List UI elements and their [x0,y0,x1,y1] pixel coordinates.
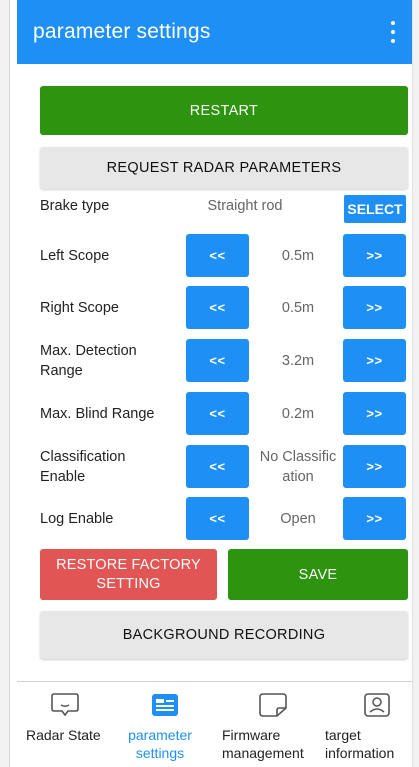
restore-factory-setting-button[interactable]: RESTORE FACTORY SETTING [40,549,217,600]
brake-select-button[interactable]: SELECT [344,195,406,223]
param-label: Log Enable [40,511,114,527]
save-button[interactable]: SAVE [228,549,408,600]
nav-item-radar-state[interactable]: Radar State [17,682,117,767]
increase-log-enable-button[interactable]: >> [343,497,406,540]
decrease-left-scope-button[interactable]: << [186,234,249,277]
brake-type-label: Brake type [40,198,110,214]
nav-label: Radar State [26,727,101,743]
decrease-log-enable-button[interactable]: << [186,497,249,540]
param-row-right-scope: Right Scope << 0.5m >> [40,286,412,329]
increase-right-scope-button[interactable]: >> [343,286,406,329]
brake-type-value: Straight rod [207,198,283,214]
increase-max-blind-button[interactable]: >> [343,392,406,435]
nav-label: parameter settings [128,727,192,761]
person-card-icon [364,693,390,717]
param-value: 0.5m [281,300,315,316]
increase-max-detection-button[interactable]: >> [343,339,406,382]
param-label: Left Scope [40,248,110,264]
firmware-icon [259,693,287,717]
nav-item-parameter-settings[interactable]: parameter settings [117,682,217,767]
param-row-max-detection-range: Max. Detection Range << 3.2m >> [40,339,412,382]
param-row-log-enable: Log Enable << Open >> [40,497,412,540]
param-value: Open [280,511,316,527]
bottom-navigation: Radar State parameter settings Firmware … [17,681,412,767]
param-label: Max. Blind Range [40,406,155,422]
increase-left-scope-button[interactable]: >> [343,234,406,277]
right-frame-edge [412,0,419,767]
param-row-left-scope: Left Scope << 0.5m >> [40,234,412,277]
page-title: parameter settings [33,20,211,43]
chat-bubble-icon [51,693,79,717]
param-value: No Classification [259,449,337,485]
decrease-right-scope-button[interactable]: << [186,286,249,329]
param-row-classification-enable: Classification Enable << No Classificati… [40,445,412,488]
increase-classification-button[interactable]: >> [343,445,406,488]
app-bar: parameter settings [17,0,412,64]
decrease-classification-button[interactable]: << [186,445,249,488]
decrease-max-blind-button[interactable]: << [186,392,249,435]
decrease-max-detection-button[interactable]: << [186,339,249,382]
param-row-max-blind-range: Max. Blind Range << 0.2m >> [40,392,412,435]
settings-content: RESTART REQUEST RADAR PARAMETERS Brake t… [17,64,412,681]
more-vert-icon[interactable] [388,21,398,43]
param-value: 0.5m [281,248,315,264]
param-value: 0.2m [281,406,315,422]
request-radar-parameters-button[interactable]: REQUEST RADAR PARAMETERS [40,147,408,189]
param-label: Right Scope [40,300,119,316]
param-label: Classification Enable [40,449,126,485]
nav-label: Firmware management [222,727,304,761]
background-recording-button[interactable]: BACKGROUND RECORDING [40,611,408,659]
nav-label: target information [325,727,395,761]
param-value: 3.2m [281,353,315,369]
left-frame-edge [0,0,10,767]
nav-item-firmware-management[interactable]: Firmware management [217,682,317,767]
param-label: Max. Detection Range [40,343,137,379]
settings-card-icon [152,694,178,716]
restart-button[interactable]: RESTART [40,86,408,135]
nav-item-target-information[interactable]: target information [317,682,412,767]
